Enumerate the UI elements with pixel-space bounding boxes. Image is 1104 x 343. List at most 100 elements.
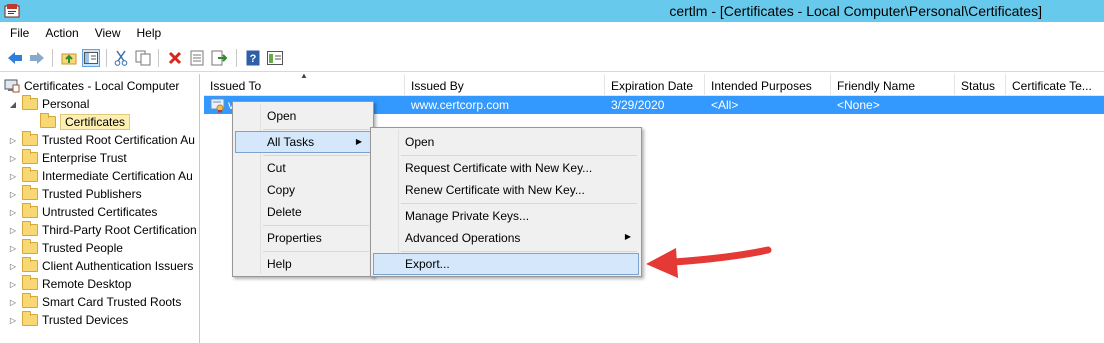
tree-item-third-party-root[interactable]: ▷ Third-Party Root Certification <box>8 221 197 239</box>
submenu-open[interactable]: Open <box>373 131 639 153</box>
context-menu-delete[interactable]: Delete <box>235 201 371 223</box>
list-header: Issued To ▲ Issued By Expiration Date In… <box>204 74 1104 96</box>
tree-item-smart-card-roots[interactable]: ▷ Smart Card Trusted Roots <box>8 293 181 311</box>
tree-item-trusted-root[interactable]: ▷ Trusted Root Certification Au <box>8 131 195 149</box>
folder-icon <box>22 131 38 146</box>
folder-icon <box>22 293 38 308</box>
cell-issued-by: www.certcorp.com <box>411 98 510 112</box>
context-menu-properties[interactable]: Properties <box>235 227 371 249</box>
expand-arrow-icon[interactable]: ▷ <box>8 262 18 271</box>
column-friendly-name[interactable]: Friendly Name <box>831 74 955 96</box>
expand-arrow-icon[interactable]: ▷ <box>8 154 18 163</box>
expand-arrow-icon[interactable]: ▷ <box>8 172 18 181</box>
tree-item-label: Remote Desktop <box>42 277 132 291</box>
cell-expiration-date: 3/29/2020 <box>611 98 665 112</box>
tree-item-personal[interactable]: ◢ Personal <box>8 95 89 113</box>
delete-icon[interactable] <box>166 49 184 67</box>
column-certificate-template[interactable]: Certificate Te... <box>1006 74 1104 96</box>
submenu-renew-certificate[interactable]: Renew Certificate with New Key... <box>373 179 639 201</box>
cut-icon[interactable] <box>112 49 130 67</box>
column-expiration-date[interactable]: Expiration Date <box>605 74 705 96</box>
folder-icon <box>22 203 38 218</box>
window-title: certlm - [Certificates - Local Computer\… <box>669 3 1042 19</box>
collapse-arrow-icon[interactable]: ◢ <box>8 100 18 109</box>
tree-item-label: Untrusted Certificates <box>42 205 158 219</box>
tree-item-label: Intermediate Certification Au <box>42 169 193 183</box>
expand-arrow-icon[interactable]: ▷ <box>8 226 18 235</box>
tree-item-enterprise-trust[interactable]: ▷ Enterprise Trust <box>8 149 127 167</box>
folder-icon <box>22 95 38 110</box>
tree-item-label: Trusted People <box>42 241 123 255</box>
menu-view[interactable]: View <box>87 26 129 40</box>
folder-icon <box>22 239 38 254</box>
folder-icon <box>22 221 38 236</box>
expand-arrow-icon[interactable]: ▷ <box>8 244 18 253</box>
annotation-arrow-icon <box>646 246 772 278</box>
svg-text:?: ? <box>250 53 257 65</box>
all-tasks-submenu: Open Request Certificate with New Key...… <box>370 127 642 277</box>
menu-help[interactable]: Help <box>129 26 170 40</box>
forward-arrow-icon[interactable] <box>28 49 46 67</box>
folder-icon <box>22 275 38 290</box>
computer-certificate-icon <box>4 79 20 93</box>
title-bar: certlm - [Certificates - Local Computer\… <box>0 0 1104 22</box>
back-arrow-icon[interactable] <box>6 49 24 67</box>
export-list-icon[interactable] <box>210 49 228 67</box>
tree-item-label: Certificates <box>60 114 131 130</box>
tree-item-trusted-devices[interactable]: ▷ Trusted Devices <box>8 311 128 329</box>
toolbar: ? <box>0 44 1104 72</box>
cell-intended-purposes: <All> <box>711 98 739 112</box>
tree-item-label: Trusted Devices <box>42 313 129 327</box>
menu-file[interactable]: File <box>2 26 37 40</box>
submenu-manage-private-keys[interactable]: Manage Private Keys... <box>373 205 639 227</box>
tree-item-label: Client Authentication Issuers <box>42 259 194 273</box>
tree-item-trusted-people[interactable]: ▷ Trusted People <box>8 239 123 257</box>
help-icon[interactable]: ? <box>244 49 262 67</box>
tree-item-label: Third-Party Root Certification <box>42 223 197 237</box>
context-menu-help[interactable]: Help <box>235 253 371 275</box>
column-status[interactable]: Status <box>955 74 1006 96</box>
column-issued-to[interactable]: Issued To ▲ <box>204 74 405 96</box>
context-menu-copy[interactable]: Copy <box>235 179 371 201</box>
certificate-icon <box>210 98 225 113</box>
submenu-request-certificate[interactable]: Request Certificate with New Key... <box>373 157 639 179</box>
expand-arrow-icon[interactable]: ▷ <box>8 316 18 325</box>
expand-arrow-icon[interactable]: ▷ <box>8 136 18 145</box>
folder-icon <box>22 311 38 326</box>
expand-arrow-icon[interactable]: ▷ <box>8 190 18 199</box>
submenu-export[interactable]: Export... <box>373 253 639 275</box>
show-hide-tree-icon[interactable] <box>82 49 100 67</box>
context-menu: Open All Tasks ▶ Cut Copy Delete Propert… <box>232 101 374 277</box>
tree-item-untrusted[interactable]: ▷ Untrusted Certificates <box>8 203 157 221</box>
console-view-icon[interactable] <box>266 49 284 67</box>
expand-arrow-icon[interactable]: ▷ <box>8 280 18 289</box>
context-menu-open[interactable]: Open <box>235 105 371 127</box>
menu-bar: File Action View Help <box>0 22 1104 44</box>
tree-item-trusted-publishers[interactable]: ▷ Trusted Publishers <box>8 185 142 203</box>
properties-icon[interactable] <box>188 49 206 67</box>
tree-item-client-auth-issuers[interactable]: ▷ Client Authentication Issuers <box>8 257 193 275</box>
submenu-arrow-icon: ▶ <box>355 137 362 146</box>
console-tree: Certificates - Local Computer ◢ Personal… <box>0 74 200 343</box>
context-menu-all-tasks[interactable]: All Tasks ▶ <box>235 131 371 153</box>
expand-arrow-icon[interactable]: ▷ <box>8 208 18 217</box>
copy-icon[interactable] <box>134 49 152 67</box>
column-issued-by[interactable]: Issued By <box>405 74 605 96</box>
submenu-advanced-operations[interactable]: Advanced Operations ▶ <box>373 227 639 249</box>
context-menu-cut[interactable]: Cut <box>235 157 371 179</box>
up-folder-icon[interactable] <box>60 49 78 67</box>
tree-root-label: Certificates - Local Computer <box>24 79 180 93</box>
tree-item-label: Enterprise Trust <box>42 151 127 165</box>
expand-arrow-icon[interactable]: ▷ <box>8 298 18 307</box>
menu-action[interactable]: Action <box>37 26 86 40</box>
tree-item-label: Smart Card Trusted Roots <box>42 295 182 309</box>
tree-item-intermediate[interactable]: ▷ Intermediate Certification Au <box>8 167 193 185</box>
sort-ascending-icon: ▲ <box>300 74 308 80</box>
column-intended-purposes[interactable]: Intended Purposes <box>705 74 831 96</box>
tree-root[interactable]: Certificates - Local Computer <box>4 77 179 95</box>
tree-item-label: Trusted Root Certification Au <box>42 133 195 147</box>
folder-icon <box>22 257 38 272</box>
submenu-arrow-icon: ▶ <box>624 232 631 241</box>
tree-item-certificates[interactable]: Certificates <box>40 113 131 131</box>
tree-item-remote-desktop[interactable]: ▷ Remote Desktop <box>8 275 131 293</box>
